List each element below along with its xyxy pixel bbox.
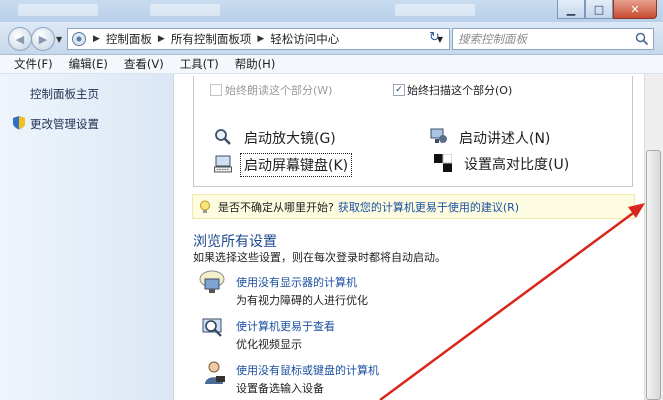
sidebar-item-change-admin-settings[interactable]: 更改管理设置	[30, 116, 99, 132]
minimize-icon: ▁	[566, 2, 576, 16]
close-icon: ✕	[630, 2, 640, 16]
info-bar-text: 是否不确定从哪里开始?	[218, 200, 334, 214]
breadcrumb-separator: ▶	[257, 34, 265, 44]
magnifier-icon	[215, 129, 231, 145]
window-controls: ▁ □ ✕	[557, 0, 657, 19]
user-input-icon	[205, 361, 225, 384]
menu-tools[interactable]: 工具(T)	[172, 56, 227, 72]
forward-button[interactable]: ▶	[31, 27, 55, 51]
shield-icon	[13, 116, 25, 130]
minimize-button[interactable]: ▁	[557, 0, 585, 19]
always-scan-checkbox[interactable]: ✓	[393, 84, 405, 96]
search-input[interactable]: 搜索控制面板	[452, 28, 654, 50]
close-button[interactable]: ✕	[613, 0, 657, 19]
high-contrast-icon	[434, 154, 452, 172]
section-description: 如果选择这些设置，则在每次登录时都将自动启动。	[193, 251, 446, 264]
scrollbar-thumb[interactable]	[646, 150, 661, 400]
always-scan-label[interactable]: 始终扫描这个部分(O)	[407, 82, 512, 98]
display-magnify-icon	[202, 318, 222, 337]
breadcrumb-separator: ▶	[157, 34, 165, 44]
search-placeholder: 搜索控制面板	[458, 32, 527, 46]
control-panel-icon	[72, 32, 86, 46]
back-button[interactable]: ◀	[8, 27, 32, 51]
forward-arrow-icon: ▶	[38, 32, 48, 46]
title-bar-blur	[18, 4, 98, 16]
make-easier-to-see-link[interactable]: 使计算机更易于查看	[236, 318, 335, 334]
on-screen-keyboard-icon	[214, 155, 232, 173]
title-bar-blur	[150, 4, 220, 16]
start-narrator-link[interactable]: 启动讲述人(N)	[459, 128, 550, 148]
breadcrumb-separator: ▶	[93, 34, 100, 44]
always-read-label: 始终朗读这个部分(W)	[225, 84, 333, 97]
lightbulb-icon	[200, 200, 210, 213]
no-display-icon	[199, 270, 225, 293]
use-without-mouse-keyboard-link[interactable]: 使用没有鼠标或键盘的计算机	[236, 362, 379, 378]
start-on-screen-keyboard-link[interactable]: 启动屏幕键盘(K)	[240, 153, 353, 177]
get-recommendations-link[interactable]: 获取您的计算机更易于使用的建议(R)	[338, 199, 519, 215]
breadcrumb-item[interactable]: 控制面板	[106, 31, 152, 47]
menu-help[interactable]: 帮助(H)	[227, 56, 284, 72]
maximize-button[interactable]: □	[585, 0, 613, 19]
menu-file[interactable]: 文件(F)	[0, 56, 61, 72]
use-without-display-desc: 为有视力障碍的人进行优化	[236, 294, 368, 307]
recent-pages-dropdown[interactable]: ▼	[56, 35, 62, 44]
menu-bar: 文件(F) 编辑(E) 查看(V) 工具(T) 帮助(H)	[0, 55, 663, 74]
menu-edit[interactable]: 编辑(E)	[61, 56, 116, 72]
narrator-icon	[430, 128, 447, 143]
search-icon[interactable]	[635, 32, 649, 46]
info-bar: 是否不确定从哪里开始? 获取您的计算机更易于使用的建议(R)	[192, 194, 635, 219]
breadcrumb-item[interactable]: 所有控制面板项	[171, 31, 252, 47]
title-bar-blur	[395, 4, 475, 16]
set-high-contrast-link[interactable]: 设置高对比度(U)	[464, 154, 569, 174]
use-without-mouse-keyboard-desc: 设置备选输入设备	[236, 382, 324, 395]
breadcrumb-item[interactable]: 轻松访问中心	[270, 31, 339, 47]
maximize-icon: □	[593, 2, 605, 16]
always-read-checkbox	[210, 84, 222, 96]
sidebar-item-control-panel-home[interactable]: 控制面板主页	[30, 86, 99, 102]
use-without-display-link[interactable]: 使用没有显示器的计算机	[236, 274, 357, 290]
refresh-icon[interactable]: ↻	[429, 30, 440, 45]
back-arrow-icon: ◀	[15, 32, 25, 46]
section-title-browse-settings: 浏览所有设置	[193, 234, 277, 250]
address-bar[interactable]: ▶ 控制面板 ▶ 所有控制面板项 ▶ 轻松访问中心 ▼	[67, 28, 450, 50]
start-magnifier-link[interactable]: 启动放大镜(G)	[244, 128, 336, 148]
menu-view[interactable]: 查看(V)	[116, 56, 172, 72]
make-easier-to-see-desc: 优化视频显示	[236, 338, 302, 351]
